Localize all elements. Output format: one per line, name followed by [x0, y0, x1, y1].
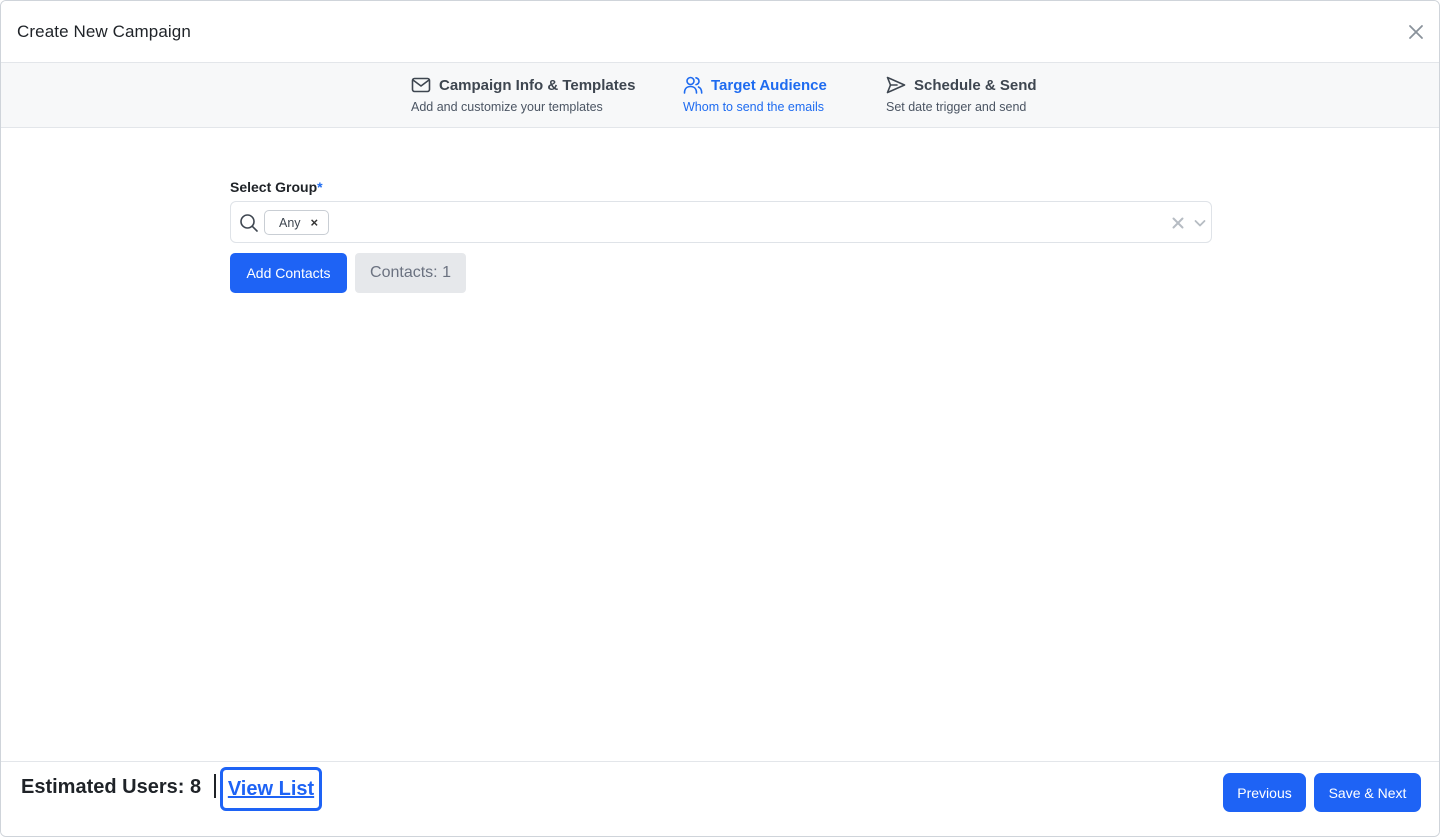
step-subtitle: Add and customize your templates — [411, 100, 603, 114]
select-group-label: Select Group* — [230, 179, 323, 195]
step-subtitle: Set date trigger and send — [886, 100, 1027, 114]
close-button[interactable] — [1405, 21, 1427, 43]
send-icon — [886, 76, 906, 94]
step-subtitle: Whom to send the emails — [683, 100, 825, 114]
step-schedule-send[interactable]: Schedule & Send Set date trigger and sen… — [886, 75, 1037, 115]
add-contacts-button[interactable]: Add Contacts — [230, 253, 347, 293]
estimated-users: Estimated Users: 8 — [21, 776, 202, 798]
tag-remove-button[interactable]: × — [311, 216, 319, 229]
tag-label: Any — [279, 215, 301, 230]
search-icon — [240, 214, 258, 232]
required-mark: * — [317, 179, 323, 195]
step-target-audience[interactable]: Target Audience Whom to send the emails — [683, 75, 827, 115]
users-icon — [683, 76, 703, 94]
chevron-down-icon[interactable] — [1193, 216, 1207, 230]
create-campaign-modal: Create New Campaign Campaign Info & Temp… — [0, 0, 1440, 837]
step-title: Target Audience — [711, 76, 827, 94]
clear-icon[interactable] — [1171, 216, 1185, 230]
close-icon — [1409, 25, 1423, 39]
modal-header: Create New Campaign — [1, 1, 1439, 63]
contacts-count-button[interactable]: Contacts: 1 — [355, 253, 466, 293]
group-select[interactable]: Any × — [230, 201, 1212, 243]
stepper: Campaign Info & Templates Add and custom… — [1, 63, 1439, 128]
mail-icon — [411, 77, 431, 93]
view-list-link[interactable]: View List — [220, 767, 322, 811]
save-next-button[interactable]: Save & Next — [1314, 773, 1421, 812]
modal-title: Create New Campaign — [17, 22, 191, 41]
modal-footer: Estimated Users: 8 View List Previous Sa… — [1, 761, 1439, 836]
step-title: Campaign Info & Templates — [439, 76, 636, 94]
step-title: Schedule & Send — [914, 76, 1037, 94]
selected-tag: Any × — [264, 210, 330, 235]
text-cursor-divider — [214, 774, 216, 798]
step-campaign-info[interactable]: Campaign Info & Templates Add and custom… — [411, 75, 636, 115]
previous-button[interactable]: Previous — [1223, 773, 1306, 812]
